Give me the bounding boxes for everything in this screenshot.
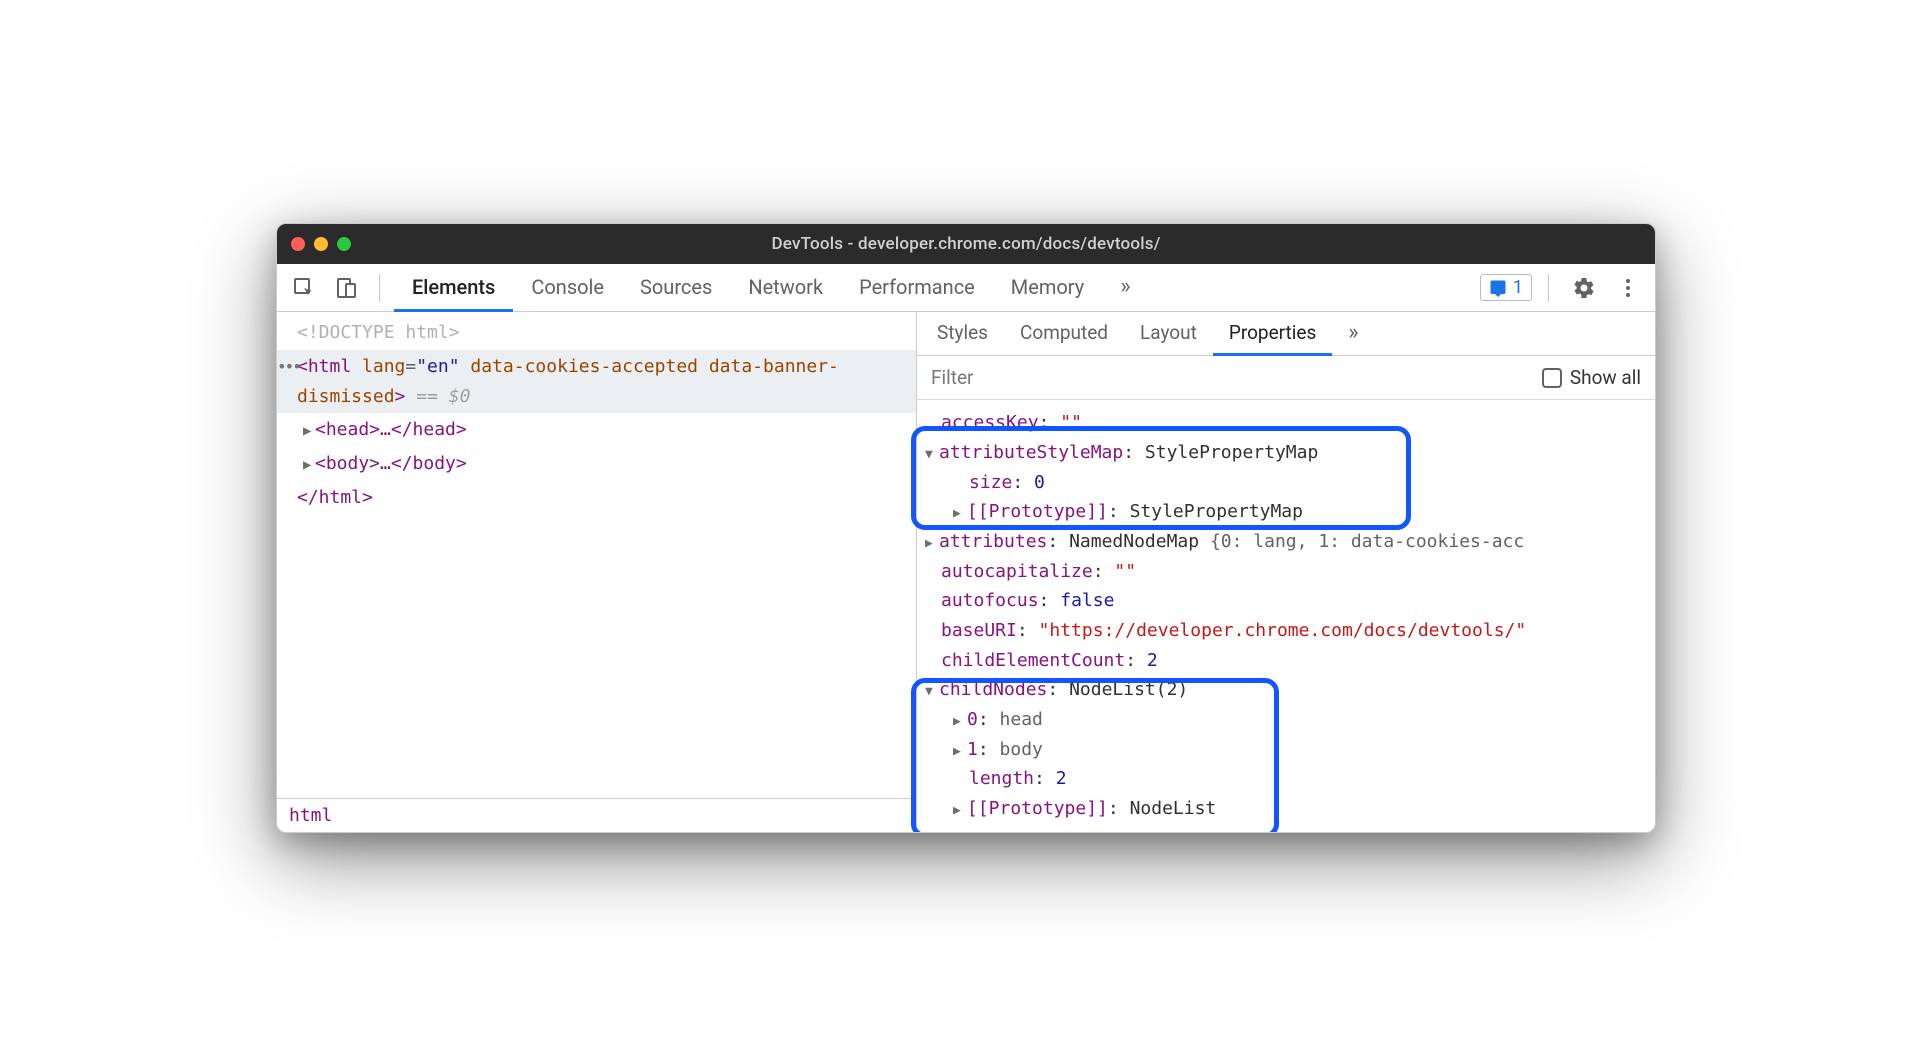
- prop-childnodes-proto[interactable]: ▶[[Prototype]]: NodeList: [917, 794, 1655, 824]
- issues-count: 1: [1513, 277, 1523, 298]
- prop-autocapitalize[interactable]: autocapitalize: "": [917, 557, 1655, 587]
- subtab-styles[interactable]: Styles: [921, 312, 1004, 356]
- prop-childnodes-0[interactable]: ▶0: head: [917, 705, 1655, 735]
- window-titlebar: DevTools - developer.chrome.com/docs/dev…: [277, 224, 1655, 264]
- device-toolbar-icon[interactable]: [327, 269, 365, 307]
- tab-console[interactable]: Console: [513, 264, 622, 312]
- breadcrumb[interactable]: html: [277, 798, 916, 832]
- sidebar-pane: Styles Computed Layout Properties » Filt…: [917, 312, 1655, 832]
- prop-attributestylemap-size[interactable]: size: 0: [917, 468, 1655, 498]
- prop-autofocus[interactable]: autofocus: false: [917, 586, 1655, 616]
- tab-memory[interactable]: Memory: [993, 264, 1102, 312]
- elements-dom-pane: <!DOCTYPE html> ••• <html lang="en" data…: [277, 312, 917, 832]
- filter-row: Filter Show all: [917, 356, 1655, 400]
- dom-html-close[interactable]: </html>: [277, 481, 916, 515]
- subtab-properties[interactable]: Properties: [1213, 312, 1332, 356]
- sidebar-tabs: Styles Computed Layout Properties »: [917, 312, 1655, 356]
- main-content: <!DOCTYPE html> ••• <html lang="en" data…: [277, 312, 1655, 832]
- expand-caret-icon[interactable]: ▶: [953, 800, 967, 821]
- prop-attributestylemap-proto[interactable]: ▶[[Prototype]]: StylePropertyMap: [917, 497, 1655, 527]
- reveal-dots-icon[interactable]: •••: [277, 354, 300, 380]
- window-title: DevTools - developer.chrome.com/docs/dev…: [291, 234, 1641, 254]
- inspect-element-icon[interactable]: [285, 269, 323, 307]
- expand-caret-icon[interactable]: ▶: [303, 454, 315, 477]
- toolbar-right: 1: [1480, 269, 1647, 307]
- show-all-toggle[interactable]: Show all: [1542, 366, 1641, 389]
- dom-tree[interactable]: <!DOCTYPE html> ••• <html lang="en" data…: [277, 312, 916, 798]
- expand-caret-icon[interactable]: ▶: [925, 533, 939, 554]
- dom-body-element[interactable]: ▶<body>…</body>: [277, 447, 916, 481]
- prop-childnodes-1[interactable]: ▶1: body: [917, 735, 1655, 765]
- expand-caret-icon[interactable]: ▶: [953, 741, 967, 762]
- collapse-caret-icon[interactable]: ▼: [925, 444, 939, 465]
- show-all-label: Show all: [1570, 366, 1641, 389]
- expand-caret-icon[interactable]: ▶: [953, 711, 967, 732]
- filter-input[interactable]: Filter: [931, 366, 1532, 389]
- subtab-layout[interactable]: Layout: [1124, 312, 1213, 356]
- main-toolbar: Elements Console Sources Network Perform…: [277, 264, 1655, 312]
- tab-network[interactable]: Network: [730, 264, 841, 312]
- toolbar-divider: [379, 274, 380, 302]
- expand-caret-icon[interactable]: ▶: [303, 420, 315, 443]
- dom-html-element[interactable]: ••• <html lang="en" data-cookies-accepte…: [277, 350, 916, 413]
- prop-childnodes[interactable]: ▼childNodes: NodeList(2): [917, 675, 1655, 705]
- show-all-checkbox[interactable]: [1542, 368, 1562, 388]
- prop-attributestylemap[interactable]: ▼attributeStyleMap: StylePropertyMap: [917, 438, 1655, 468]
- prop-childelementcount[interactable]: childElementCount: 2: [917, 646, 1655, 676]
- kebab-menu-icon[interactable]: [1609, 269, 1647, 307]
- properties-list[interactable]: accessKey: "" ▼attributeStyleMap: StyleP…: [917, 400, 1655, 832]
- collapse-caret-icon[interactable]: ▼: [925, 681, 939, 702]
- tab-sources[interactable]: Sources: [622, 264, 730, 312]
- tab-elements[interactable]: Elements: [394, 264, 513, 312]
- devtools-window: DevTools - developer.chrome.com/docs/dev…: [276, 223, 1656, 833]
- prop-accesskey[interactable]: accessKey: "": [917, 408, 1655, 438]
- dom-head-element[interactable]: ▶<head>…</head>: [277, 413, 916, 447]
- prop-childnodes-length[interactable]: length: 2: [917, 764, 1655, 794]
- toolbar-divider: [1548, 274, 1549, 302]
- prop-baseuri[interactable]: baseURI: "https://developer.chrome.com/d…: [917, 616, 1655, 646]
- main-tabs: Elements Console Sources Network Perform…: [394, 264, 1476, 311]
- more-subtabs-button[interactable]: »: [1332, 312, 1374, 356]
- settings-icon[interactable]: [1565, 269, 1603, 307]
- dom-doctype[interactable]: <!DOCTYPE html>: [277, 316, 916, 350]
- tab-performance[interactable]: Performance: [841, 264, 993, 312]
- prop-attributes[interactable]: ▶attributes: NamedNodeMap {0: lang, 1: d…: [917, 527, 1655, 557]
- expand-caret-icon[interactable]: ▶: [953, 503, 967, 524]
- more-tabs-button[interactable]: »: [1102, 264, 1148, 312]
- subtab-computed[interactable]: Computed: [1004, 312, 1124, 356]
- issues-button[interactable]: 1: [1480, 274, 1532, 301]
